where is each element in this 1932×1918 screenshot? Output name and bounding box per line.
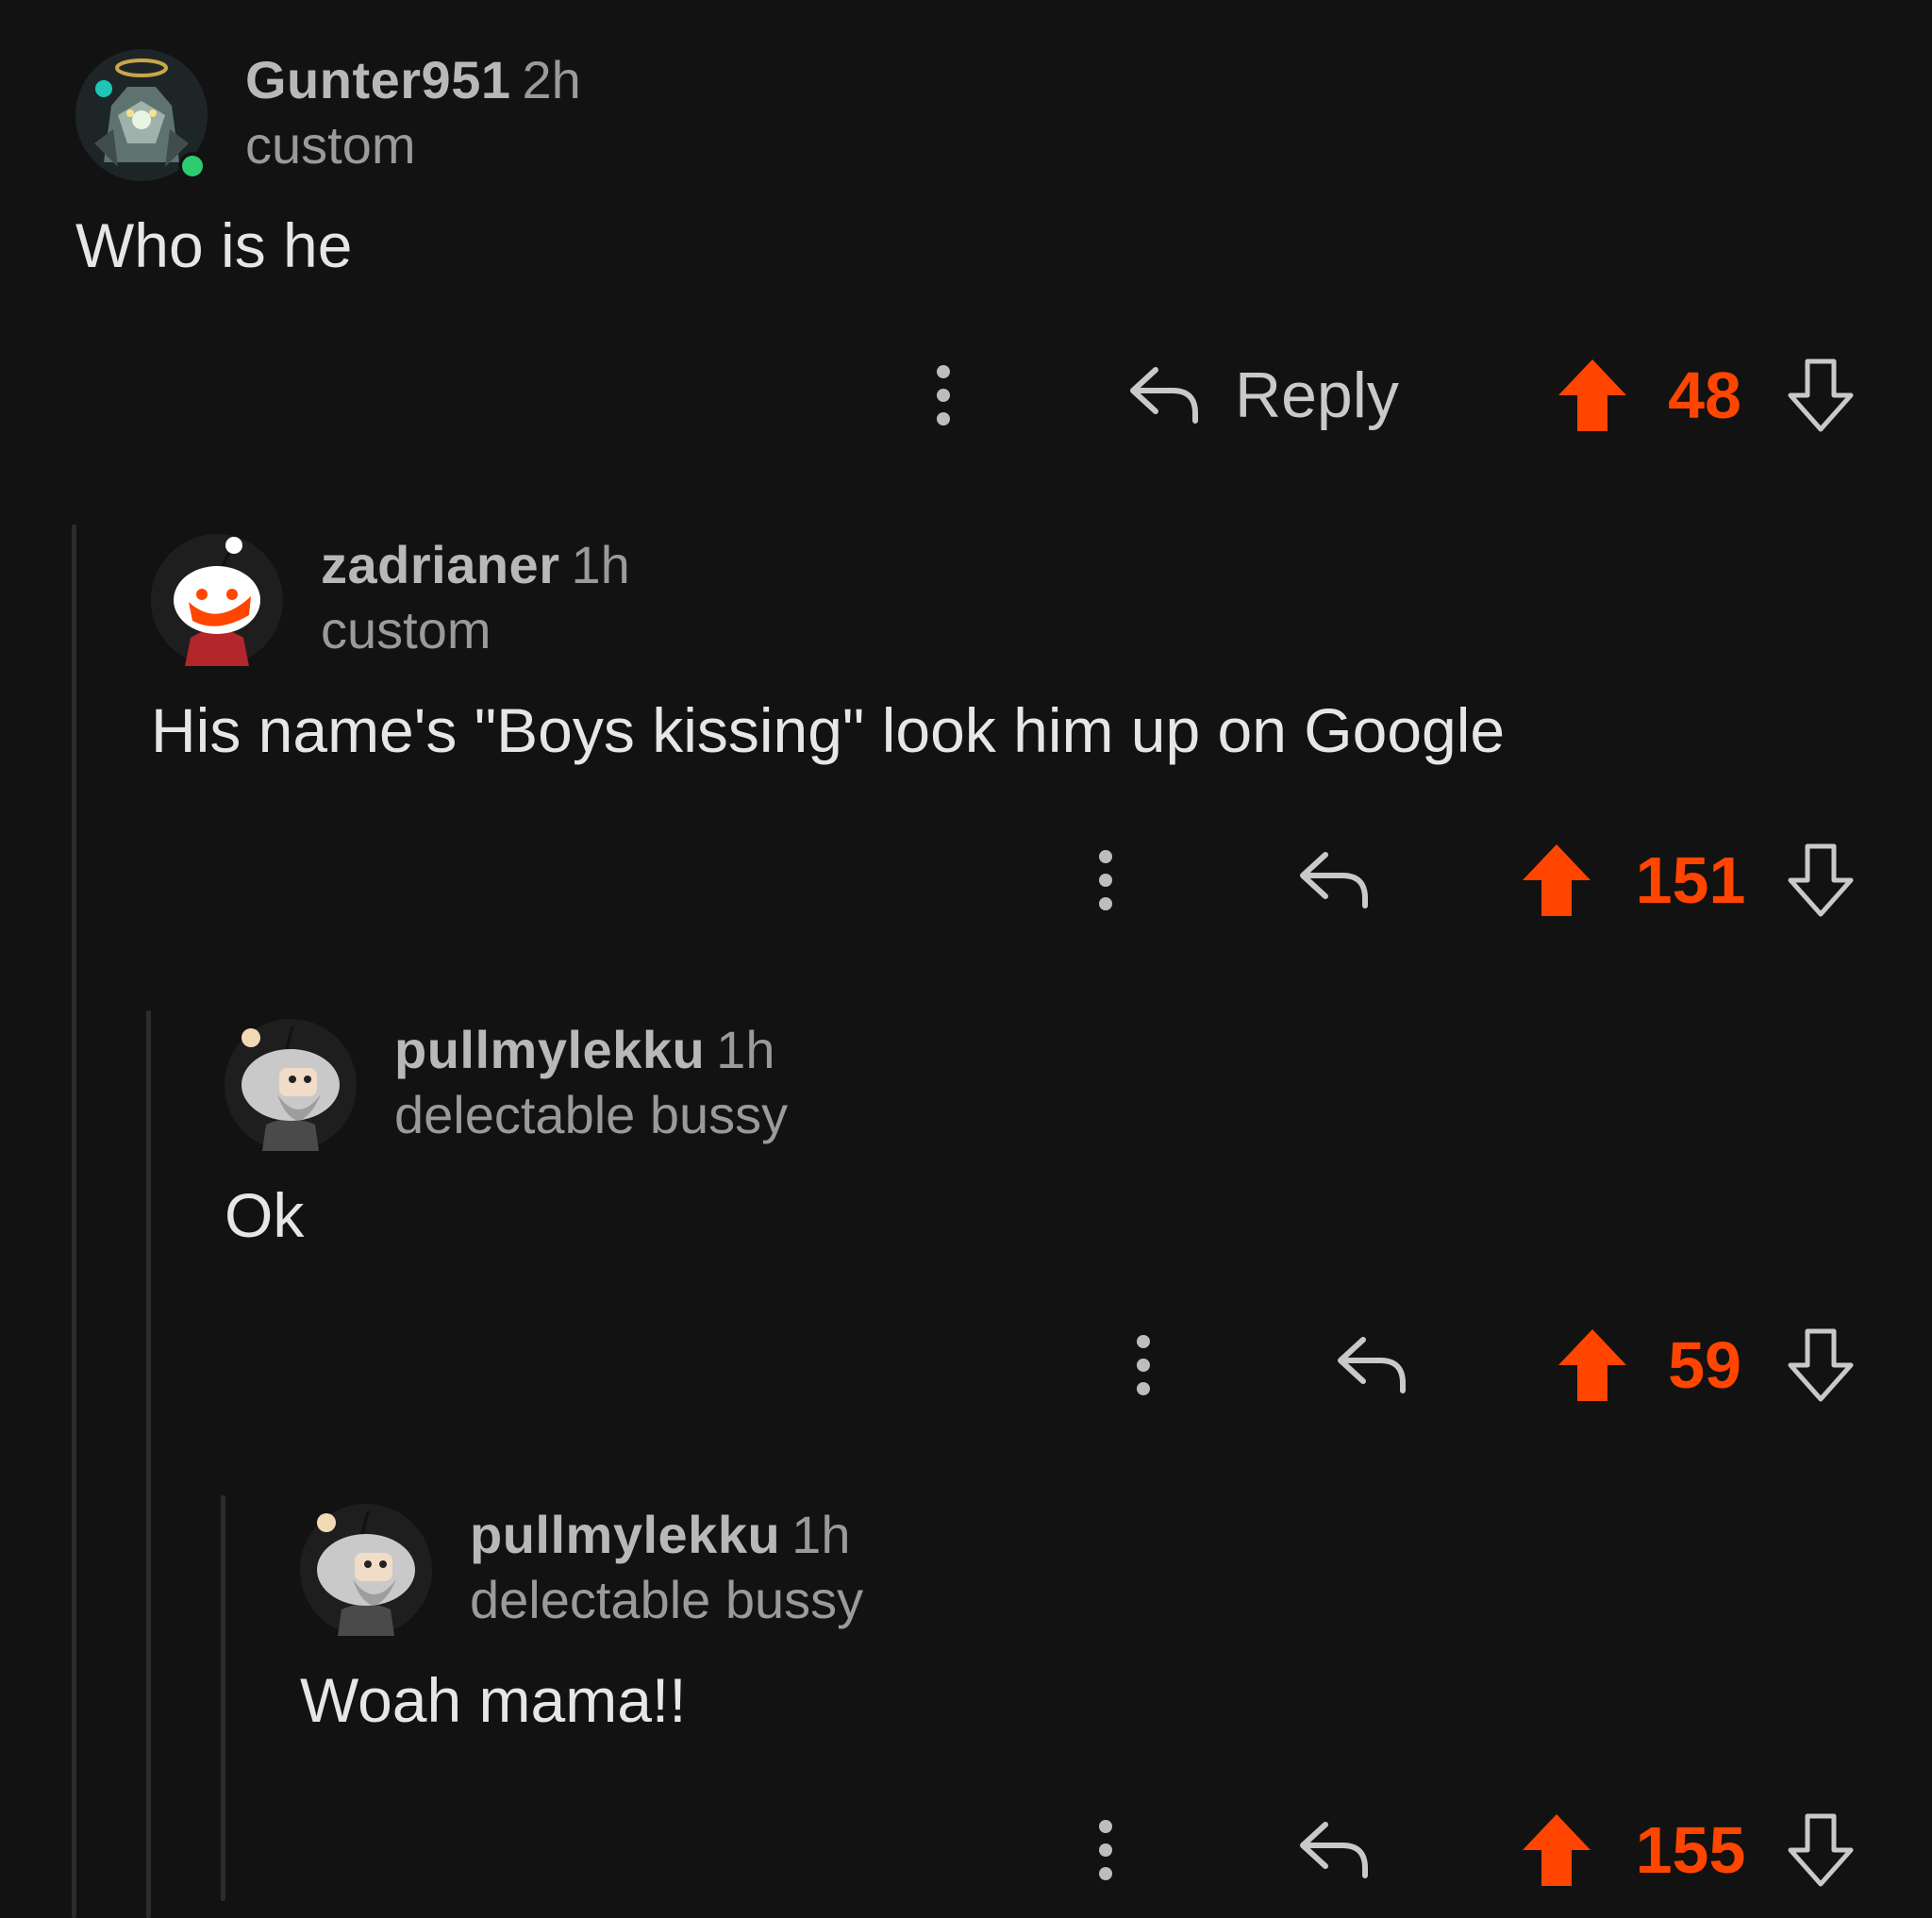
- user-flair: delectable bussy: [470, 1570, 864, 1629]
- upvote-button[interactable]: [1555, 1313, 1630, 1417]
- reply-button[interactable]: [1292, 1798, 1377, 1902]
- reply-button[interactable]: [1292, 828, 1377, 932]
- comment-body: His name's "Boys kissing" look him up on…: [151, 695, 1506, 765]
- reply-button[interactable]: [1330, 1313, 1415, 1417]
- more-options-button[interactable]: [1087, 1798, 1124, 1902]
- robot-avatar-icon: [75, 49, 208, 181]
- comment-body: Who is he: [75, 210, 353, 280]
- upvote-arrow-icon: [1558, 359, 1626, 431]
- avatar[interactable]: [300, 1504, 432, 1636]
- snoo-avatar-icon: [151, 534, 283, 666]
- upvote-arrow-icon: [1558, 1329, 1626, 1401]
- user-flair: custom: [321, 600, 491, 659]
- more-vertical-icon: [1137, 1335, 1150, 1395]
- downvote-button[interactable]: [1783, 828, 1858, 932]
- username[interactable]: zadrianer: [321, 535, 560, 594]
- upvote-arrow-icon: [1523, 844, 1591, 916]
- timestamp: 1h: [791, 1505, 851, 1564]
- more-vertical-icon: [1099, 850, 1112, 910]
- downvote-arrow-icon: [1788, 1328, 1854, 1402]
- avatar[interactable]: [75, 49, 208, 181]
- reply-arrow-icon: [1130, 367, 1198, 424]
- comment-meta: pullmylekku 1h delectable bussy: [470, 1504, 863, 1630]
- comment-actions: 151: [0, 828, 1932, 932]
- comment-meta: pullmylekku 1h delectable bussy: [394, 1019, 788, 1145]
- comment-actions: 155: [0, 1798, 1932, 1902]
- vote-score: 48: [1668, 359, 1741, 432]
- downvote-arrow-icon: [1788, 1813, 1854, 1887]
- comment-body: Ok: [225, 1180, 305, 1250]
- username[interactable]: pullmylekku: [470, 1505, 780, 1564]
- avatar[interactable]: [225, 1019, 357, 1151]
- avatar[interactable]: [151, 534, 283, 666]
- comment-meta: zadrianer 1h custom: [321, 534, 630, 660]
- vote-score: 59: [1668, 1328, 1741, 1402]
- reply-button[interactable]: Reply: [1127, 343, 1420, 447]
- thread-line-level-2[interactable]: [146, 1010, 151, 1918]
- vote-score: 151: [1635, 843, 1746, 917]
- reply-arrow-icon: [1338, 1337, 1406, 1393]
- reply-arrow-icon: [1300, 852, 1368, 909]
- upvote-button[interactable]: [1519, 1798, 1594, 1902]
- downvote-arrow-icon: [1788, 359, 1854, 432]
- thread-line-level-1[interactable]: [72, 525, 76, 1918]
- upvote-arrow-icon: [1523, 1814, 1591, 1886]
- more-vertical-icon: [937, 365, 950, 425]
- username[interactable]: pullmylekku: [394, 1020, 705, 1079]
- user-flair: custom: [245, 115, 416, 175]
- comment-meta: Gunter951 2h custom: [245, 49, 581, 175]
- upvote-button[interactable]: [1555, 343, 1630, 447]
- reply-label: Reply: [1235, 359, 1399, 431]
- bearded-snoo-avatar-icon: [225, 1019, 357, 1151]
- upvote-button[interactable]: [1519, 828, 1594, 932]
- downvote-button[interactable]: [1783, 343, 1858, 447]
- comment-thread: Gunter951 2h custom Who is he Reply 48 z…: [0, 0, 1932, 1918]
- timestamp: 2h: [522, 50, 581, 109]
- more-options-button[interactable]: [1087, 828, 1124, 932]
- more-options-button[interactable]: [1124, 1313, 1162, 1417]
- downvote-arrow-icon: [1788, 843, 1854, 917]
- user-flair: delectable bussy: [394, 1085, 789, 1144]
- reply-arrow-icon: [1300, 1822, 1368, 1878]
- vote-score: 155: [1635, 1813, 1746, 1887]
- comment-actions: Reply 48: [0, 343, 1932, 447]
- timestamp: 1h: [571, 535, 630, 594]
- downvote-button[interactable]: [1783, 1313, 1858, 1417]
- more-vertical-icon: [1099, 1820, 1112, 1880]
- timestamp: 1h: [716, 1020, 775, 1079]
- username[interactable]: Gunter951: [245, 50, 511, 109]
- bearded-snoo-avatar-icon: [300, 1504, 432, 1636]
- comment-body: Woah mama!!: [300, 1665, 687, 1735]
- comment-actions: 59: [0, 1313, 1932, 1417]
- online-status-dot: [182, 156, 203, 176]
- more-options-button[interactable]: [924, 343, 962, 447]
- downvote-button[interactable]: [1783, 1798, 1858, 1902]
